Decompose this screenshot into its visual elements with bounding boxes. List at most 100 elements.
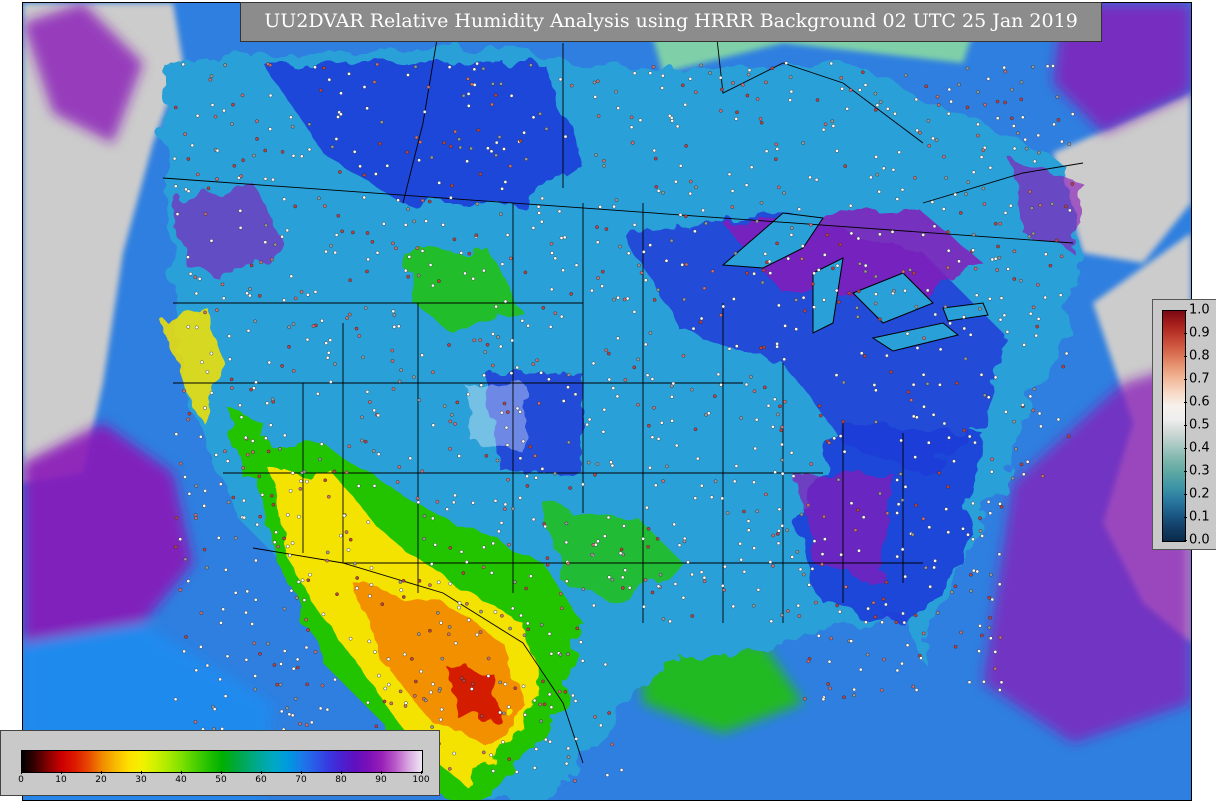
station-dot (545, 563, 550, 567)
station-dot (450, 183, 454, 188)
station-dot (675, 124, 680, 129)
station-dot (925, 381, 930, 386)
station-dot (272, 663, 277, 667)
station-dot (914, 304, 919, 309)
station-dot (931, 412, 936, 417)
station-dot (654, 483, 658, 488)
station-dot (988, 511, 993, 516)
station-dot (760, 280, 765, 285)
station-dot (1036, 317, 1041, 321)
station-dot (648, 465, 652, 470)
station-dot (1021, 115, 1025, 120)
fraction-tick-mark (1184, 425, 1187, 426)
station-dot (899, 438, 903, 443)
station-dot (690, 572, 694, 577)
station-dot (300, 470, 304, 475)
station-dot (264, 436, 268, 441)
station-dot (508, 256, 513, 261)
rh-tick-label: 70 (295, 775, 307, 785)
station-dot (864, 620, 868, 625)
station-dot (669, 238, 674, 243)
station-dot (465, 602, 469, 606)
station-dot (446, 632, 451, 637)
station-dot (999, 296, 1004, 300)
station-dot (898, 472, 903, 476)
station-dot (431, 283, 435, 288)
station-dot (924, 565, 928, 570)
map-panel[interactable] (22, 2, 1192, 801)
fraction-tick-mark (1184, 540, 1187, 541)
station-dot (981, 148, 986, 152)
station-dot (195, 172, 200, 177)
station-dot (399, 588, 404, 592)
station-dot (1031, 408, 1036, 413)
station-dot (519, 613, 523, 618)
station-dot (257, 474, 262, 479)
station-dot (700, 483, 704, 488)
station-dot (998, 688, 1002, 692)
station-dot (329, 243, 333, 248)
station-dot (509, 371, 514, 375)
station-dot (1012, 277, 1017, 281)
station-dot (1039, 424, 1043, 429)
station-dot (815, 98, 820, 102)
station-dot (525, 484, 530, 488)
station-dot (902, 620, 907, 625)
station-dot (289, 274, 294, 279)
station-dot (904, 73, 908, 78)
station-dot (219, 621, 223, 625)
station-dot (614, 198, 619, 202)
station-dot (563, 235, 567, 240)
station-dot (1003, 69, 1008, 74)
station-dot (946, 111, 951, 116)
station-dot (1036, 133, 1041, 138)
station-dot (504, 425, 509, 430)
station-dot (514, 770, 519, 774)
station-dot (596, 276, 600, 280)
station-dot (486, 146, 490, 150)
fraction-tick-label: 0.8 (1189, 348, 1210, 364)
station-dot (501, 740, 505, 744)
station-dot (671, 381, 676, 386)
station-dot (694, 185, 698, 190)
station-dot (390, 359, 395, 363)
station-dot (186, 255, 190, 259)
station-dot (604, 227, 609, 231)
station-dot (974, 293, 979, 298)
station-dot (438, 717, 443, 722)
station-dot (502, 401, 507, 406)
station-dot (921, 631, 926, 636)
station-dot (884, 580, 889, 585)
station-dot (396, 198, 400, 202)
station-dot (763, 252, 768, 256)
station-dot (297, 514, 301, 519)
station-dot (215, 148, 220, 153)
station-dot (739, 416, 744, 420)
station-dot (1022, 343, 1026, 347)
station-dot (997, 552, 1002, 557)
station-dot (430, 516, 435, 521)
station-dot (877, 189, 882, 194)
station-dot (543, 524, 548, 529)
station-dot (930, 200, 935, 204)
station-dot (428, 583, 432, 587)
station-dot (273, 242, 278, 247)
station-dot (905, 331, 910, 336)
station-dot (412, 219, 417, 224)
station-dot (745, 271, 749, 275)
station-dot (290, 124, 295, 129)
station-dot (413, 65, 418, 69)
station-dot (935, 94, 940, 99)
station-dot (403, 268, 408, 273)
station-dot (988, 296, 992, 301)
station-dot (892, 289, 896, 293)
station-dot (228, 357, 232, 362)
station-dot (332, 469, 337, 474)
station-dot (399, 368, 403, 373)
station-dot (398, 689, 403, 694)
station-dot (291, 369, 296, 373)
station-dot (874, 292, 878, 296)
station-dot (507, 757, 512, 761)
station-dot (391, 241, 395, 246)
station-dot (612, 204, 616, 209)
